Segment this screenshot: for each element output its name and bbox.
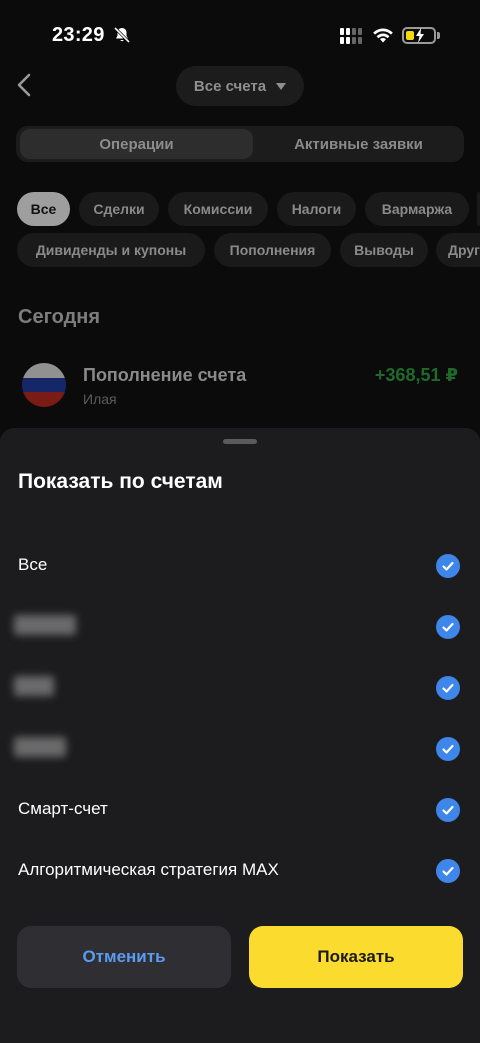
account-option-algo-max[interactable]: Алгоритмическая стратегия MAX [0,843,480,899]
back-arrow-icon[interactable] [12,70,42,100]
bell-off-icon [113,26,131,44]
filter-chip-withdrawals[interactable]: Выводы [340,233,428,267]
filter-chip-all[interactable]: Все [17,192,70,226]
operation-amount: +368,51 ₽ [374,365,458,385]
checkmark-icon[interactable] [436,554,460,578]
account-option-redacted [14,676,54,696]
account-option-all[interactable]: Все [0,538,480,594]
filter-chip-deals[interactable]: Сделки [79,192,159,226]
account-select-label: Все счета [193,77,267,95]
account-option-hidden-1[interactable] [0,599,480,655]
status-bar: 23:29 [0,0,480,70]
tab-active-orders[interactable]: Активные заявки [256,129,461,159]
filter-chip-other[interactable]: Другое [436,233,480,267]
account-option-hidden-3[interactable] [0,721,480,777]
show-button[interactable]: Показать [249,926,463,988]
sheet-title: Показать по счетам [18,470,223,493]
account-option-redacted [14,737,66,757]
checkmark-icon[interactable] [436,737,460,761]
operation-row[interactable]: Пополнение счета Илая +368,51 ₽ [0,356,480,420]
account-option-smart[interactable]: Смарт-счет [0,782,480,838]
checkmark-icon[interactable] [436,859,460,883]
account-select-dropdown[interactable]: Все счета [176,66,304,106]
checkmark-icon[interactable] [436,798,460,822]
tabs-segmented-control: Операции Активные заявки [16,126,464,162]
battery-cap [437,32,440,39]
battery-icon [402,27,436,44]
tab-operations[interactable]: Операции [20,129,253,159]
checkmark-icon[interactable] [436,676,460,700]
operation-subtitle: Илая [83,391,117,407]
russia-flag-icon [22,363,66,407]
checkmark-icon[interactable] [436,615,460,639]
accounts-filter-sheet: Показать по счетам Все Смарт-счет Алгори… [0,428,480,1043]
account-option-redacted [14,615,76,635]
filter-chip-deposits[interactable]: Пополнения [214,233,331,267]
cancel-button[interactable]: Отменить [17,926,231,988]
operation-title: Пополнение счета [83,365,247,385]
account-option-label: Смарт-счет [18,799,108,818]
filter-chip-commissions[interactable]: Комиссии [168,192,268,226]
wifi-icon [373,28,393,43]
filter-chip-taxes[interactable]: Налоги [277,192,356,226]
account-option-label: Все [18,555,48,574]
account-option-label: Алгоритмическая стратегия MAX [18,860,279,879]
filter-chip-varmargin[interactable]: Вармаржа [365,192,469,226]
chevron-down-icon [276,82,287,90]
sheet-grabber[interactable] [223,439,257,444]
filter-chip-dividends[interactable]: Дивиденды и купоны [17,233,205,267]
account-option-hidden-2[interactable] [0,660,480,716]
cellular-signal-icon [340,28,364,44]
section-title-today: Сегодня [18,306,101,328]
status-time: 23:29 [52,24,105,46]
